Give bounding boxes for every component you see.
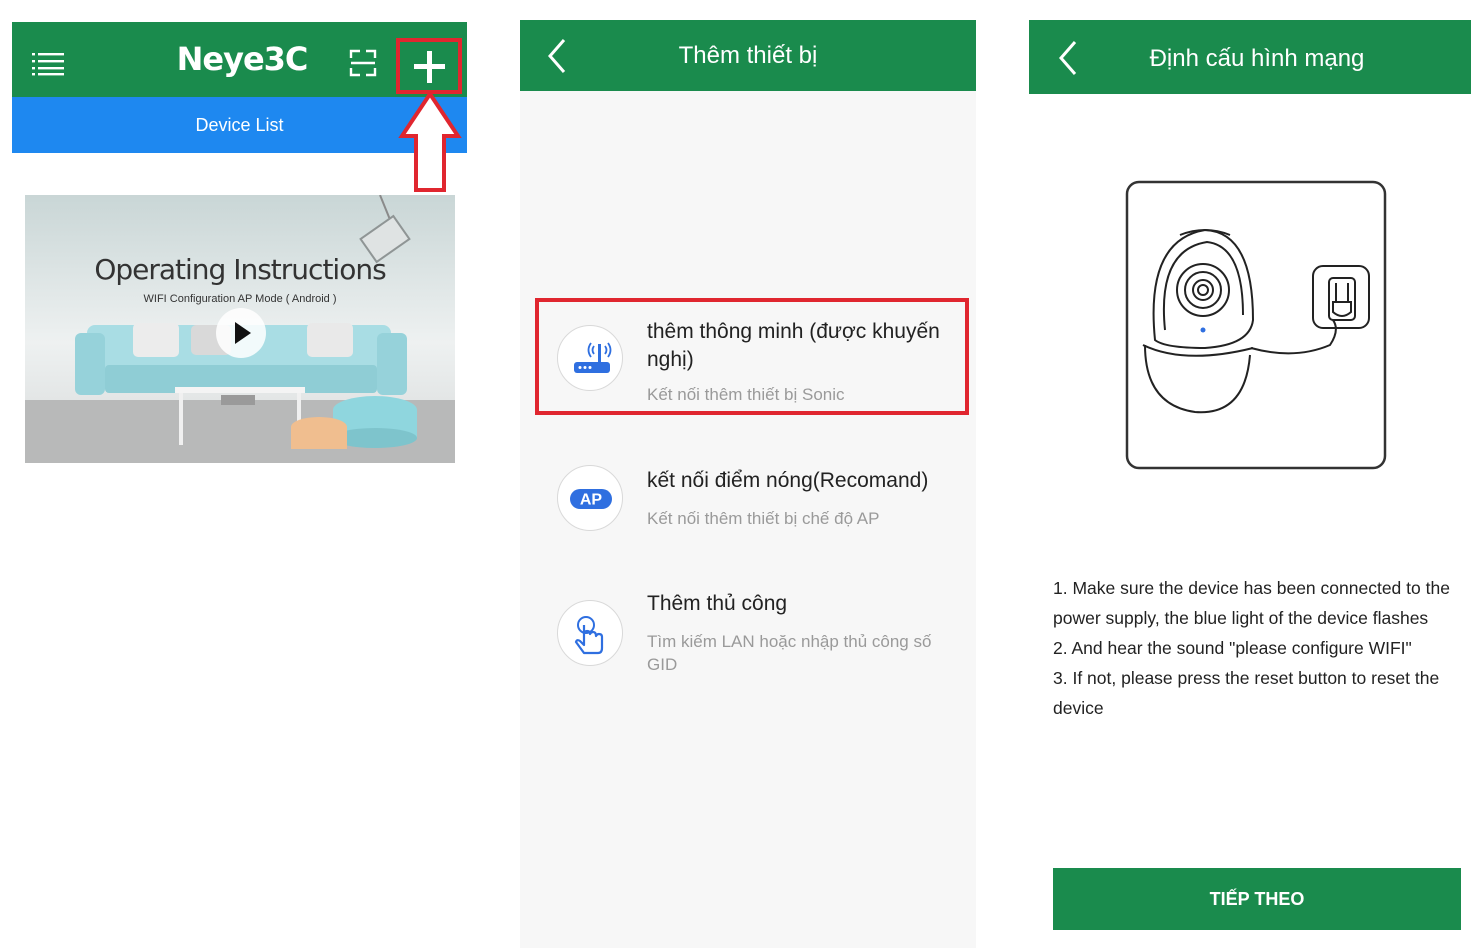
- page-title: Thêm thiết bị: [678, 42, 818, 69]
- smart-add-highlight: [535, 298, 969, 415]
- step-2: 2. And hear the sound "please configure …: [1053, 638, 1412, 658]
- page-title: Định cấu hình mạng: [1149, 45, 1365, 72]
- play-icon[interactable]: [215, 307, 267, 359]
- setup-steps: 1. Make sure the device has been connect…: [1053, 573, 1461, 723]
- video-subtitle: WIFI Configuration AP Mode ( Android ): [143, 293, 337, 305]
- network-config-screen: Định cấu hình mạng 1. Make sure the devi…: [1029, 20, 1471, 948]
- option-subtitle: Kết nối thêm thiết bị chế độ AP: [647, 509, 880, 528]
- scan-icon[interactable]: [348, 48, 378, 78]
- app-header: Neye3C: [12, 22, 467, 97]
- camera-power-illustration: [1125, 180, 1387, 470]
- option-subtitle: Tìm kiếm LAN hoặc nhập thủ công số GID: [647, 632, 932, 674]
- option-title: Thêm thủ công: [647, 592, 788, 615]
- step-1: 1. Make sure the device has been connect…: [1053, 578, 1450, 628]
- next-button[interactable]: TIẾP THEO: [1053, 868, 1461, 930]
- network-config-header: Định cấu hình mạng: [1029, 20, 1471, 94]
- ap-icon: AP: [557, 465, 623, 531]
- option-ap-mode[interactable]: AP kết nối điểm nóng(Recomand) Kết nối t…: [520, 465, 976, 555]
- menu-icon[interactable]: [32, 52, 64, 76]
- ap-icon-text: AP: [580, 492, 603, 509]
- device-list-screen: Neye3C Device List Operating Instruction…: [12, 22, 467, 948]
- add-device-header: Thêm thiết bị: [520, 20, 976, 91]
- hand-pointer-icon: [557, 600, 623, 666]
- tutorial-video-thumbnail[interactable]: Operating Instructions WIFI Configuratio…: [25, 195, 455, 463]
- option-manual-add[interactable]: Thêm thủ công Tìm kiếm LAN hoặc nhập thủ…: [520, 588, 976, 688]
- up-arrow-annotation: [398, 92, 462, 192]
- add-device-screen: Thêm thiết bị thêm thông minh (được khuy…: [520, 20, 976, 948]
- add-button-highlight: [396, 38, 462, 94]
- option-title: kết nối điểm nóng(Recomand): [647, 469, 929, 492]
- app-title: Neye3C: [176, 40, 309, 78]
- video-title: Operating Instructions: [94, 253, 386, 286]
- step-3: 3. If not, please press the reset button…: [1053, 668, 1440, 718]
